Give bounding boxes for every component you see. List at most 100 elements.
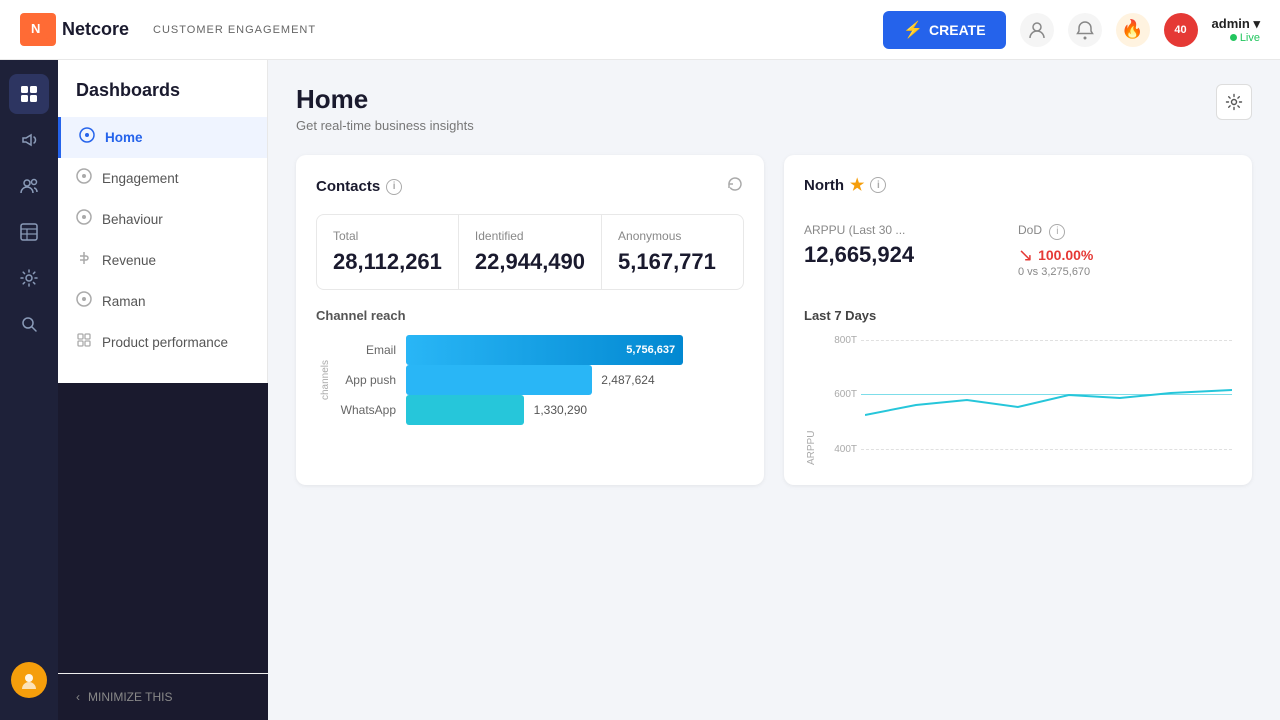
y-label-400: 400T bbox=[821, 444, 857, 455]
sidebar-label-product: Product performance bbox=[102, 335, 228, 350]
contacts-stats: Total 28,112,261 Identified 22,944,490 A… bbox=[316, 214, 744, 290]
north-card: North ★ i ARPPU (Last 30 ... 12,665,924 … bbox=[784, 155, 1252, 485]
admin-status: Live bbox=[1230, 32, 1260, 44]
behaviour-icon bbox=[76, 209, 92, 230]
north-card-header: North ★ i bbox=[804, 175, 1232, 195]
svg-text:N: N bbox=[31, 21, 40, 36]
sidebar-title: Dashboards bbox=[58, 80, 267, 117]
channel-reach-label: Channel reach bbox=[316, 308, 744, 323]
arppu-y-axis-label: ARPPU bbox=[804, 335, 817, 465]
line-chart-svg bbox=[865, 335, 1232, 455]
admin-info: admin ▾ Live bbox=[1212, 16, 1260, 44]
sidebar-icon-gear[interactable] bbox=[9, 258, 49, 298]
admin-name: admin ▾ bbox=[1212, 16, 1260, 32]
bar-track-email: 5,756,637 bbox=[406, 335, 744, 365]
bar-row-whatsapp: WhatsApp 1,330,290 bbox=[332, 395, 744, 425]
bar-value-email: 5,756,637 bbox=[626, 344, 675, 356]
bar-value-apppush: 2,487,624 bbox=[601, 373, 654, 387]
north-dod-stat: ↘ 100.00% bbox=[1018, 245, 1232, 266]
stat-total: Total 28,112,261 bbox=[317, 215, 459, 289]
sidebar-item-raman[interactable]: Raman bbox=[58, 281, 267, 322]
raman-icon bbox=[76, 291, 92, 312]
fire-icon[interactable]: 🔥 bbox=[1116, 13, 1150, 47]
y-label-800: 800T bbox=[821, 335, 857, 346]
stat-identified-value: 22,944,490 bbox=[475, 249, 585, 275]
sidebar-icon-table[interactable] bbox=[9, 212, 49, 252]
star-icon: ★ bbox=[850, 175, 864, 195]
bar-label-email: Email bbox=[332, 343, 396, 357]
bar-row-apppush: App push 2,487,624 bbox=[332, 365, 744, 395]
sidebar-icon-grid[interactable] bbox=[9, 74, 49, 114]
revenue-icon bbox=[76, 250, 92, 271]
settings-button[interactable] bbox=[1216, 84, 1252, 120]
sidebar-label-revenue: Revenue bbox=[102, 253, 156, 268]
engagement-icon bbox=[76, 168, 92, 189]
page-title: Home bbox=[296, 84, 474, 115]
bar-fill-email: 5,756,637 bbox=[406, 335, 683, 365]
main-layout: Dashboards Home Engagement bbox=[0, 60, 1280, 720]
bar-fill-apppush bbox=[406, 365, 592, 395]
stat-anonymous: Anonymous 5,167,771 bbox=[602, 215, 743, 289]
bar-label-apppush: App push bbox=[332, 373, 396, 387]
stat-anonymous-value: 5,167,771 bbox=[618, 249, 727, 275]
bolt-icon: ⚡ bbox=[903, 20, 923, 40]
sidebar-item-revenue[interactable]: Revenue bbox=[58, 240, 267, 281]
channel-bar-chart: channels Email 5,756,637 App bbox=[316, 335, 744, 425]
home-icon bbox=[79, 127, 95, 148]
user-avatar[interactable] bbox=[11, 662, 47, 698]
north-card-title: North ★ i bbox=[804, 175, 886, 195]
dod-sub: 0 vs 3,275,670 bbox=[1018, 266, 1232, 278]
north-arppu-value: 12,665,924 bbox=[804, 242, 1018, 268]
notification-icon[interactable] bbox=[1068, 13, 1102, 47]
north-dod: DoD i ↘ 100.00% 0 vs 3,275,670 bbox=[1018, 211, 1232, 290]
dod-info-icon[interactable]: i bbox=[1049, 224, 1065, 240]
logo-icon: N bbox=[20, 13, 56, 46]
sidebar-icon-people[interactable] bbox=[9, 166, 49, 206]
line-chart-container: ARPPU 800T 600T bbox=[804, 335, 1232, 465]
navbar-right: ⚡ CREATE 🔥 40 admin ▾ Live bbox=[883, 11, 1260, 49]
notification-badge[interactable]: 40 bbox=[1164, 13, 1198, 47]
user-icon[interactable] bbox=[1020, 13, 1054, 47]
minimize-label: MINIMIZE THIS bbox=[88, 690, 172, 704]
refresh-icon[interactable] bbox=[726, 175, 744, 198]
logo: N Netcore bbox=[20, 13, 129, 46]
bar-track-apppush: 2,487,624 bbox=[406, 365, 744, 395]
last7-label: Last 7 Days bbox=[804, 308, 1232, 323]
sidebar-item-behaviour[interactable]: Behaviour bbox=[58, 199, 267, 240]
navbar: N Netcore CUSTOMER ENGAGEMENT ⚡ CREATE 🔥… bbox=[0, 0, 1280, 60]
north-dod-label: DoD i bbox=[1018, 223, 1232, 240]
icon-sidebar bbox=[0, 60, 58, 720]
sidebar-label-home: Home bbox=[105, 130, 143, 145]
sidebar-label-raman: Raman bbox=[102, 294, 146, 309]
sidebar-item-engagement[interactable]: Engagement bbox=[58, 158, 267, 199]
page-title-section: Home Get real-time business insights bbox=[296, 84, 474, 133]
create-button[interactable]: ⚡ CREATE bbox=[883, 11, 1005, 49]
logo-text: Netcore bbox=[62, 19, 129, 40]
sidebar-label-behaviour: Behaviour bbox=[102, 212, 163, 227]
nav-sidebar-wrap: Dashboards Home Engagement bbox=[58, 60, 268, 720]
line-chart-wrap: 800T 600T 400T bbox=[821, 335, 1232, 465]
sidebar-item-product-performance[interactable]: Product performance bbox=[58, 322, 267, 363]
minimize-button[interactable]: ‹ MINIMIZE THIS bbox=[58, 673, 268, 720]
bar-value-whatsapp: 1,330,290 bbox=[534, 403, 587, 417]
sidebar-item-home[interactable]: Home bbox=[58, 117, 267, 158]
contacts-card-title: Contacts i bbox=[316, 178, 402, 195]
avatar-sidebar-wrap bbox=[11, 662, 47, 706]
stat-anonymous-label: Anonymous bbox=[618, 229, 727, 243]
product-icon bbox=[76, 332, 92, 353]
bar-label-whatsapp: WhatsApp bbox=[332, 403, 396, 417]
nav-sidebar: Dashboards Home Engagement bbox=[58, 60, 268, 383]
contacts-card-header: Contacts i bbox=[316, 175, 744, 198]
dod-value: 100.00% bbox=[1038, 247, 1093, 263]
y-label-600: 600T bbox=[821, 389, 857, 400]
sidebar-icon-megaphone[interactable] bbox=[9, 120, 49, 160]
north-info-icon[interactable]: i bbox=[870, 177, 886, 193]
north-arppu: ARPPU (Last 30 ... 12,665,924 bbox=[804, 211, 1018, 290]
nav-subtitle: CUSTOMER ENGAGEMENT bbox=[153, 24, 316, 36]
stat-identified: Identified 22,944,490 bbox=[459, 215, 602, 289]
contacts-info-icon[interactable]: i bbox=[386, 179, 402, 195]
chevron-left-icon: ‹ bbox=[76, 690, 80, 704]
contacts-card: Contacts i Total 28,112,261 bbox=[296, 155, 764, 485]
dod-down-arrow: ↘ bbox=[1018, 245, 1033, 266]
sidebar-icon-search[interactable] bbox=[9, 304, 49, 344]
